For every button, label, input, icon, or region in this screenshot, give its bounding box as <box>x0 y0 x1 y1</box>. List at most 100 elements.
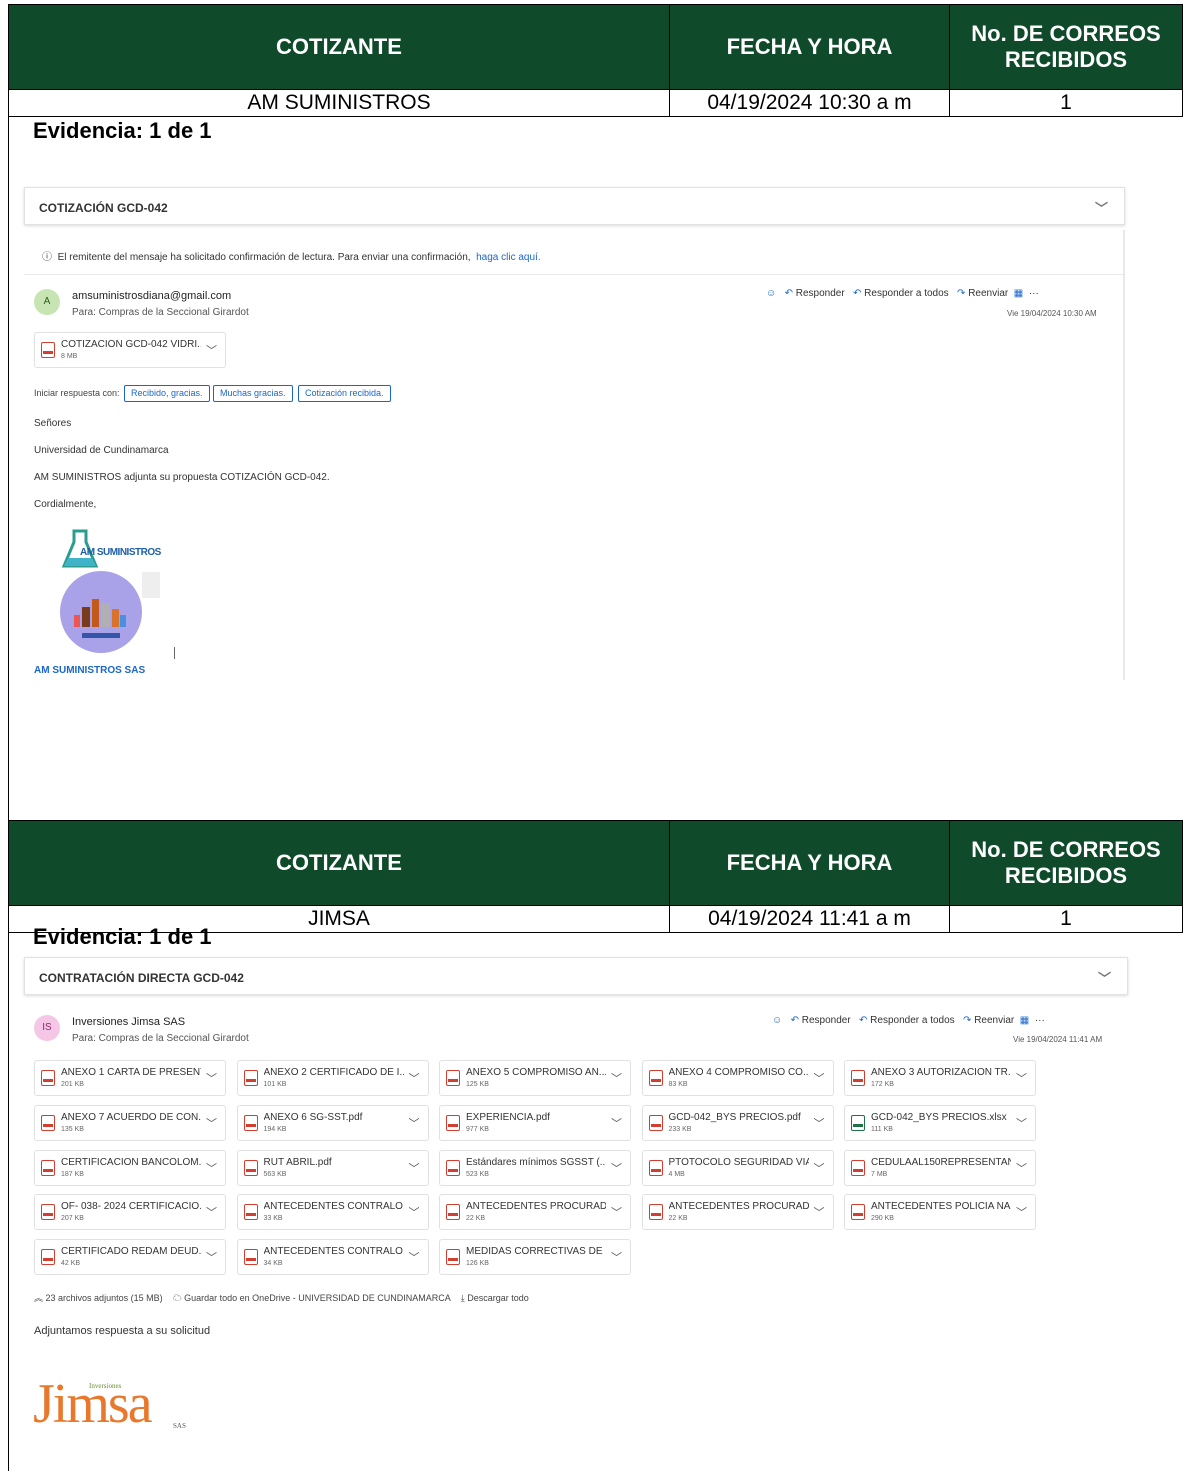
quick-reply-button[interactable]: Recibido, gracias. <box>124 385 210 402</box>
chevron-down-icon[interactable]: ﹀ <box>1016 1204 1027 1220</box>
chevron-down-icon[interactable]: ﹀ <box>814 1204 825 1220</box>
reply-button[interactable]: Responder <box>796 288 845 299</box>
chevron-down-icon[interactable]: ﹀ <box>409 1115 420 1131</box>
reply-all-button[interactable]: Responder a todos <box>864 288 949 299</box>
attachment-card[interactable]: ANTECEDENTES CONTRALO... 33 KB ﹀ <box>236 1194 429 1231</box>
emoji-icon[interactable]: ☺ <box>766 288 776 299</box>
divider <box>174 647 175 659</box>
attachment-card[interactable]: ANEXO 6 SG-SST.pdf 194 KB ﹀ <box>236 1104 429 1141</box>
attachment-card[interactable]: ANTECEDENTES POLICIA NA... 290 KB ﹀ <box>844 1194 1036 1231</box>
email-border <box>1123 230 1125 680</box>
reply-icon[interactable]: ↶ <box>785 288 793 299</box>
header-cotizante: COTIZANTE <box>8 820 670 906</box>
chevron-down-icon[interactable]: ﹀ <box>611 1204 622 1220</box>
attachment-card[interactable]: GCD-042_BYS PRECIOS.pdf 233 KB ﹀ <box>641 1104 834 1141</box>
pdf-icon <box>851 1070 865 1086</box>
attachment-card[interactable]: EXPERIENCIA.pdf 977 KB ﹀ <box>439 1104 631 1141</box>
sender-name[interactable]: amsuministrosdiana@gmail.com <box>72 290 231 302</box>
attachment-card[interactable]: CEDULAAL150REPRESENTAN... 7 MB ﹀ <box>844 1149 1036 1186</box>
attachment-card[interactable]: OF- 038- 2024 CERTIFICACIO... 207 KB ﹀ <box>34 1194 226 1231</box>
pdf-icon <box>648 1070 663 1086</box>
pdf-icon <box>41 1204 55 1221</box>
pdf-icon <box>243 1204 258 1221</box>
chevron-down-icon[interactable]: ﹀ <box>611 1160 622 1176</box>
chevron-down-icon[interactable]: ﹀ <box>409 1204 420 1220</box>
attachment-card[interactable]: RUT ABRIL.pdf 563 KB ﹀ <box>236 1149 429 1186</box>
collapse-icon[interactable]: ︽ <box>34 1293 43 1303</box>
attachment-card[interactable]: MEDIDAS CORRECTIVAS DE ... 126 KB ﹀ <box>439 1239 631 1276</box>
more-button[interactable]: ··· <box>1035 1015 1045 1026</box>
chevron-down-icon[interactable]: ﹀ <box>814 1070 825 1086</box>
forward-button[interactable]: Reenviar <box>968 288 1008 299</box>
chevron-down-icon[interactable]: ﹀ <box>1016 1115 1027 1131</box>
attachment-card[interactable]: ANEXO 7 ACUERDO DE CON... 135 KB ﹀ <box>34 1104 226 1141</box>
cloud-icon[interactable]: ☁ <box>173 1293 182 1303</box>
attachments-summary[interactable]: 23 archivos adjuntos (15 MB) <box>46 1293 163 1303</box>
reply-all-icon[interactable]: ↶ <box>859 1015 867 1026</box>
reply-all-icon[interactable]: ↶ <box>853 288 861 299</box>
sender-name[interactable]: Inversiones Jimsa SAS <box>72 1016 185 1028</box>
quick-reply-button[interactable]: Cotización recibida. <box>298 385 391 402</box>
chevron-down-icon[interactable]: ﹀ <box>206 1204 217 1220</box>
attachment-name: ANEXO 2 CERTIFICADO DE I... <box>263 1067 404 1078</box>
chevron-down-icon[interactable]: ﹀ <box>814 1115 825 1131</box>
attachment-card[interactable]: GCD-042_BYS PRECIOS.xlsx 111 KB ﹀ <box>844 1104 1036 1141</box>
forward-icon[interactable]: ↷ <box>957 288 965 299</box>
attachment-card[interactable]: PTOTOCOLO SEGURIDAD VIA... 4 MB ﹀ <box>641 1149 834 1186</box>
attachment-card[interactable]: ANEXO 3 AUTORIZACION TR... 172 KB ﹀ <box>844 1060 1036 1096</box>
chevron-down-icon[interactable]: ﹀ <box>1016 1070 1027 1086</box>
chevron-down-icon[interactable]: ﹀ <box>206 1070 217 1086</box>
logo-small-text: Inversiones <box>89 1382 122 1390</box>
attachment-card[interactable]: COTIZACIÓN GCD-042 VIDRI... 8 MB ﹀ <box>34 332 226 368</box>
attachment-card[interactable]: ANEXO 1 CARTA DE PRESENT... 201 KB ﹀ <box>34 1060 226 1096</box>
attachment-name: ANTECEDENTES PROCURAD... <box>466 1201 606 1213</box>
reply-button[interactable]: Responder <box>802 1015 851 1026</box>
chevron-down-icon[interactable]: ﹀ <box>1098 968 1111 987</box>
attachment-card[interactable]: ANEXO 4 COMPROMISO CO... 83 KB ﹀ <box>641 1060 834 1096</box>
download-all-button[interactable]: Descargar todo <box>467 1293 529 1303</box>
pdf-icon <box>446 1114 460 1131</box>
pdf-icon <box>851 1159 865 1176</box>
forward-button[interactable]: Reenviar <box>974 1015 1014 1026</box>
attachment-card[interactable]: ANTECEDENTES CONTRALO... 34 KB ﹀ <box>236 1239 429 1276</box>
attachment-card[interactable]: ANTECEDENTES PROCURAD... 22 KB ﹀ <box>641 1194 834 1231</box>
emoji-icon[interactable]: ☺ <box>772 1015 782 1026</box>
attachment-card[interactable]: CERTIFICACION BANCOLOM... 187 KB ﹀ <box>34 1149 226 1186</box>
attachment-card[interactable]: ANEXO 5 COMPROMISO AN... 125 KB ﹀ <box>439 1060 631 1096</box>
download-icon[interactable]: ⤓ <box>461 1293 465 1303</box>
chevron-down-icon[interactable]: ﹀ <box>409 1070 420 1086</box>
attachment-name: MEDIDAS CORRECTIVAS DE ... <box>466 1246 606 1258</box>
chevron-down-icon[interactable]: ﹀ <box>611 1070 622 1086</box>
quick-reply-label: Iniciar respuesta con: <box>34 388 120 398</box>
apps-icon[interactable]: ▦ <box>1020 1015 1029 1026</box>
chevron-down-icon[interactable]: ﹀ <box>1095 198 1108 217</box>
pdf-icon <box>41 1159 55 1176</box>
chevron-down-icon[interactable]: ﹀ <box>206 1115 217 1131</box>
quick-replies: Recibido, gracias. Muchas gracias. Cotiz… <box>124 385 424 402</box>
chevron-down-icon[interactable]: ﹀ <box>206 342 217 358</box>
apps-icon[interactable]: ▦ <box>1014 288 1023 299</box>
attachment-card[interactable]: CERTIFICADO REDAM DEUD... 42 KB ﹀ <box>34 1239 226 1276</box>
chevron-down-icon[interactable]: ﹀ <box>206 1160 217 1176</box>
quick-reply-button[interactable]: Muchas gracias. <box>213 385 293 402</box>
chevron-down-icon[interactable]: ﹀ <box>814 1160 825 1176</box>
chevron-down-icon[interactable]: ﹀ <box>409 1160 420 1176</box>
attachment-card[interactable]: Estándares mínimos SGSST (... 523 KB ﹀ <box>439 1149 631 1186</box>
chevron-down-icon[interactable]: ﹀ <box>611 1115 622 1131</box>
email-subject-bar[interactable]: COTIZACIÓN GCD-042 ﹀ <box>24 187 1125 225</box>
attachment-name: CEDULAAL150REPRESENTAN... <box>871 1156 1011 1168</box>
attachment-card[interactable]: ANEXO 2 CERTIFICADO DE I... 101 KB ﹀ <box>236 1060 429 1096</box>
forward-icon[interactable]: ↷ <box>963 1015 971 1026</box>
save-onedrive-button[interactable]: Guardar todo en OneDrive - UNIVERSIDAD D… <box>184 1293 451 1303</box>
chevron-down-icon[interactable]: ﹀ <box>1016 1160 1027 1176</box>
reply-all-button[interactable]: Responder a todos <box>870 1015 955 1026</box>
reply-icon[interactable]: ↶ <box>791 1015 799 1026</box>
chevron-down-icon[interactable]: ﹀ <box>611 1249 622 1265</box>
pdf-icon <box>41 1249 55 1266</box>
chevron-down-icon[interactable]: ﹀ <box>409 1249 420 1265</box>
read-receipt-link[interactable]: haga clic aquí. <box>476 252 541 263</box>
email-subject-bar[interactable]: CONTRATACIÓN DIRECTA GCD-042 ﹀ <box>24 957 1128 995</box>
chevron-down-icon[interactable]: ﹀ <box>206 1249 217 1265</box>
more-button[interactable]: ··· <box>1029 288 1039 299</box>
attachment-card[interactable]: ANTECEDENTES PROCURAD... 22 KB ﹀ <box>439 1194 631 1231</box>
